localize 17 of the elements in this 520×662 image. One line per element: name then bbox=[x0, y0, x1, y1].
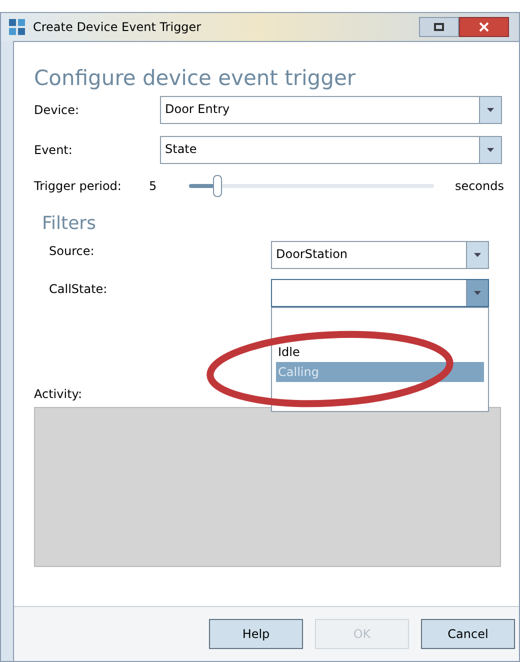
dialog-button[interactable]: Help bbox=[209, 619, 303, 649]
section-heading: Configure device event trigger bbox=[34, 65, 357, 92]
filters-heading: Filters bbox=[42, 212, 97, 236]
field-label: Activity: bbox=[34, 386, 84, 403]
field-label: Trigger period: bbox=[34, 178, 122, 195]
dropdown-field[interactable]: DoorStation bbox=[271, 241, 489, 269]
period-value: 5 bbox=[149, 178, 158, 195]
field-label: Event: bbox=[34, 142, 74, 159]
field-label: Source: bbox=[49, 243, 96, 260]
dropdown-option[interactable]: Idle bbox=[276, 342, 484, 362]
unit-label: seconds bbox=[454, 178, 504, 195]
field-label: CallState: bbox=[49, 281, 108, 298]
window-title: Create Device Event Trigger bbox=[33, 19, 202, 36]
dropdown-field[interactable]: State bbox=[160, 136, 502, 164]
dialog-button[interactable]: Cancel bbox=[421, 619, 515, 649]
field-label: Device: bbox=[34, 102, 80, 119]
dropdown-field[interactable]: Door Entry bbox=[160, 96, 502, 124]
